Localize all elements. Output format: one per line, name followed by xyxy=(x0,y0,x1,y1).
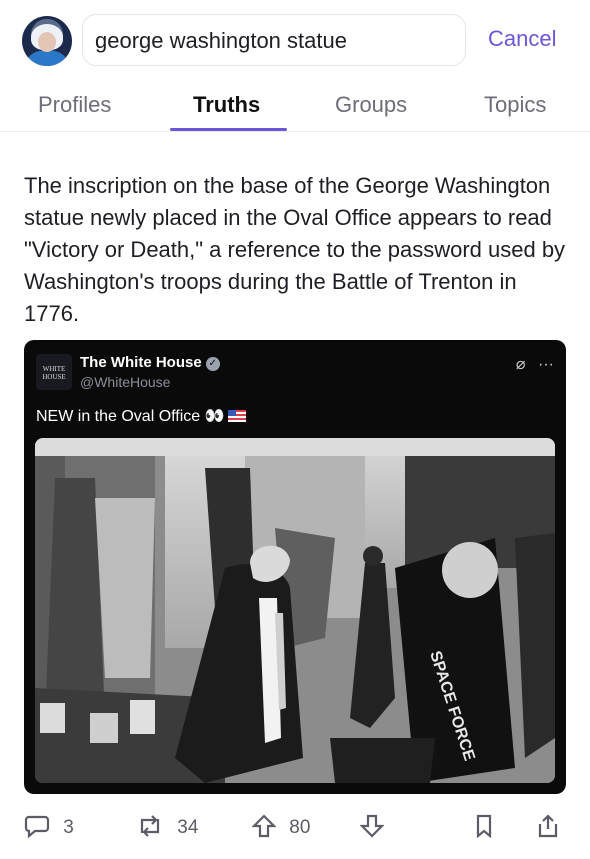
search-input[interactable] xyxy=(95,27,455,55)
post-actions: 3 34 80 xyxy=(0,806,590,859)
edit-icon[interactable]: ⌀ xyxy=(516,356,526,373)
bookmark-button[interactable] xyxy=(472,814,496,839)
share-icon xyxy=(538,814,558,838)
reply-icon xyxy=(24,815,50,839)
upvote-count: 80 xyxy=(289,817,311,838)
downvote-icon xyxy=(359,814,385,838)
us-flag-icon xyxy=(227,410,246,422)
embed-actions: ⌀ ··· xyxy=(516,354,554,374)
tab-profiles[interactable]: Profiles xyxy=(38,92,111,118)
reply-button[interactable]: 3 xyxy=(24,814,74,839)
cancel-button[interactable]: Cancel xyxy=(488,26,556,52)
share-button[interactable] xyxy=(536,814,560,839)
downvote-button[interactable] xyxy=(359,814,385,839)
retruth-icon xyxy=(140,815,160,837)
photo-illustration: SPACE FORCE xyxy=(35,438,555,783)
embed-text: NEW in the Oval Office 👀 xyxy=(36,406,246,426)
search-tabs: Profiles Truths Groups Topics xyxy=(0,84,590,132)
retruth-button[interactable]: 34 xyxy=(136,814,198,839)
tab-truths[interactable]: Truths xyxy=(193,92,260,118)
upvote-icon xyxy=(251,814,277,838)
tab-topics[interactable]: Topics xyxy=(484,92,546,118)
active-tab-indicator xyxy=(170,128,287,131)
retruth-count: 34 xyxy=(177,817,199,838)
tab-groups[interactable]: Groups xyxy=(335,92,407,118)
white-house-logo: WHITE HOUSE xyxy=(36,354,72,390)
more-icon[interactable]: ··· xyxy=(538,356,554,373)
avatar-body xyxy=(27,50,67,66)
avatar-face xyxy=(38,32,56,52)
verified-badge-icon: ✓ xyxy=(205,357,220,371)
bookmark-icon xyxy=(476,814,492,839)
embed-handle[interactable]: @WhiteHouse xyxy=(80,374,170,390)
eyes-emoji: 👀 xyxy=(204,408,225,425)
post-text: The inscription on the base of the Georg… xyxy=(24,173,566,326)
embed-author-name: The White House xyxy=(80,354,202,371)
embed-text-label: NEW in the Oval Office xyxy=(36,408,201,425)
oval-office-photo[interactable]: SPACE FORCE xyxy=(35,438,555,783)
avatar[interactable] xyxy=(22,16,72,66)
reply-count: 3 xyxy=(63,817,74,838)
embedded-post[interactable]: WHITE HOUSE The White House ✓ @WhiteHouse… xyxy=(24,340,566,794)
embed-author[interactable]: The White House ✓ xyxy=(80,354,220,371)
upvote-button[interactable]: 80 xyxy=(251,814,311,839)
search-header: Cancel xyxy=(0,0,590,80)
search-box[interactable] xyxy=(82,14,466,66)
